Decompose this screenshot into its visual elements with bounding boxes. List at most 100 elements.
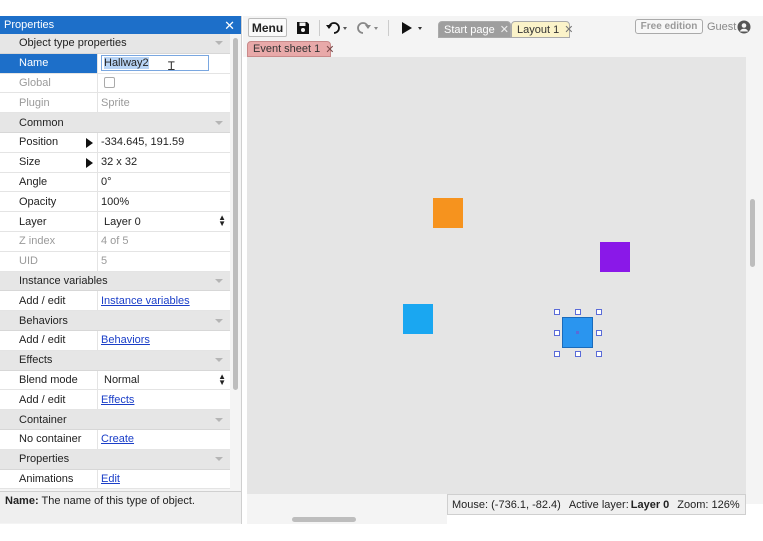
behaviors-link[interactable]: Behaviors bbox=[101, 334, 150, 346]
property-label-uid: UID bbox=[19, 255, 38, 268]
scrollbar-thumb[interactable] bbox=[750, 199, 755, 267]
property-label-global: Global bbox=[19, 76, 51, 89]
property-label-container: No container bbox=[19, 433, 82, 446]
chevron-down-icon[interactable] bbox=[214, 276, 224, 286]
close-tab-icon[interactable]: ✕ bbox=[564, 23, 573, 36]
tab-start-page[interactable]: Start page ✕ bbox=[438, 21, 511, 38]
property-label-behaviors: Add / edit bbox=[19, 334, 66, 347]
section-label: Effects bbox=[19, 354, 53, 367]
sub-tab-bar: Event sheet 1 ✕ bbox=[243, 40, 763, 57]
resize-handle[interactable] bbox=[554, 351, 560, 357]
resize-handle[interactable] bbox=[596, 309, 602, 315]
mouse-coordinates: Mouse: (-736.1, -82.4) bbox=[452, 498, 561, 511]
section-instance-variables[interactable]: Instance variables bbox=[0, 271, 230, 292]
property-row-layer[interactable]: Layer Layer 0 ▲ ▼ bbox=[0, 212, 230, 232]
active-layer: Active layer: Layer 0 bbox=[569, 499, 669, 511]
canvas-horizontal-scrollbar[interactable] bbox=[247, 494, 447, 524]
properties-title: Properties bbox=[4, 19, 55, 31]
property-value-opacity[interactable]: 100% bbox=[97, 192, 230, 212]
property-value-plugin: Sprite bbox=[97, 93, 230, 113]
canvas-vertical-scrollbar[interactable] bbox=[746, 57, 763, 504]
chevron-down-icon[interactable] bbox=[214, 38, 224, 48]
property-row-name[interactable]: Name Hallway2 Ɪ bbox=[0, 53, 230, 74]
edit-animations-link[interactable]: Edit bbox=[101, 473, 120, 485]
resize-handle[interactable] bbox=[575, 309, 581, 315]
chevron-down-icon[interactable] bbox=[214, 316, 224, 326]
property-row-opacity[interactable]: Opacity 100% bbox=[0, 192, 230, 213]
close-tab-icon[interactable]: ✕ bbox=[500, 23, 509, 36]
property-label-opacity: Opacity bbox=[19, 195, 57, 208]
property-grid: Object type properties Name Hallway2 Ɪ G… bbox=[0, 34, 230, 490]
tab-label: Layout 1 bbox=[517, 23, 560, 36]
undo-icon[interactable] bbox=[326, 20, 348, 36]
main-toolbar: Menu Start page ✕ Layout 1 ✕ Free editio… bbox=[243, 16, 763, 40]
expand-arrow-icon[interactable] bbox=[86, 157, 93, 168]
effects-link[interactable]: Effects bbox=[101, 394, 134, 406]
property-label-zindex: Z index bbox=[19, 235, 56, 248]
tab-event-sheet-1[interactable]: Event sheet 1 ✕ bbox=[247, 41, 335, 57]
section-label: Object type properties bbox=[19, 37, 127, 50]
layout-canvas[interactable] bbox=[247, 57, 746, 494]
chevron-down-icon[interactable] bbox=[214, 454, 224, 464]
property-row-global[interactable]: Global bbox=[0, 73, 230, 94]
menu-button[interactable]: Menu bbox=[248, 18, 287, 37]
section-effects[interactable]: Effects bbox=[0, 350, 230, 371]
section-label: Instance variables bbox=[19, 274, 108, 287]
close-icon[interactable]: ✕ bbox=[224, 19, 235, 32]
resize-handle[interactable] bbox=[596, 351, 602, 357]
property-row-zindex: Z index 4 of 5 bbox=[0, 231, 230, 252]
properties-scrollbar[interactable] bbox=[233, 38, 238, 390]
tab-label: Event sheet 1 bbox=[253, 43, 321, 55]
chevron-down-icon[interactable] bbox=[214, 118, 224, 128]
section-label: Properties bbox=[19, 453, 70, 466]
chevron-down-icon[interactable] bbox=[214, 355, 224, 365]
property-hint: Name: The name of this type of object. bbox=[0, 491, 241, 523]
resize-handle[interactable] bbox=[554, 330, 560, 336]
property-row-size[interactable]: Size 32 x 32 bbox=[0, 152, 230, 173]
play-icon[interactable] bbox=[401, 20, 425, 36]
redo-icon[interactable] bbox=[357, 20, 379, 36]
cyan-sprite[interactable] bbox=[403, 304, 433, 334]
tab-layout-1[interactable]: Layout 1 ✕ bbox=[511, 21, 573, 38]
hint-label: Name: bbox=[5, 495, 39, 507]
select-arrows-icon: ▲ ▼ bbox=[218, 371, 226, 387]
chevron-down-icon[interactable] bbox=[214, 415, 224, 425]
instance-variables-link[interactable]: Instance variables bbox=[101, 295, 190, 307]
properties-titlebar: Properties ✕ bbox=[0, 16, 241, 34]
property-value-angle[interactable]: 0° bbox=[97, 172, 230, 192]
orange-sprite[interactable] bbox=[433, 198, 463, 228]
scrollbar-thumb[interactable] bbox=[292, 517, 356, 522]
user-name[interactable]: Guest bbox=[707, 21, 736, 33]
property-row-angle[interactable]: Angle 0° bbox=[0, 172, 230, 193]
property-row-blend-mode[interactable]: Blend mode Normal ▲ ▼ bbox=[0, 370, 230, 391]
property-label-plugin: Plugin bbox=[19, 96, 50, 109]
global-checkbox[interactable] bbox=[104, 77, 115, 89]
property-row-position[interactable]: Position -334.645, 191.59 bbox=[0, 132, 230, 153]
free-edition-badge[interactable]: Free edition bbox=[635, 19, 703, 34]
section-object-type[interactable]: Object type properties bbox=[0, 34, 230, 54]
name-field[interactable]: Hallway2 bbox=[101, 55, 209, 72]
user-avatar-icon[interactable] bbox=[737, 20, 751, 37]
resize-handle[interactable] bbox=[596, 330, 602, 336]
property-label-angle: Angle bbox=[19, 175, 48, 188]
zoom-level: Zoom: 126% bbox=[677, 498, 740, 511]
close-tab-icon[interactable]: ✕ bbox=[325, 43, 334, 56]
create-container-link[interactable]: Create bbox=[101, 433, 134, 445]
resize-handle[interactable] bbox=[554, 309, 560, 315]
section-properties[interactable]: Properties bbox=[0, 449, 230, 470]
expand-arrow-icon[interactable] bbox=[86, 137, 93, 148]
blend-mode-select[interactable]: Normal ▲ ▼ bbox=[97, 370, 230, 390]
property-row-instance-variables: Add / edit Instance variables bbox=[0, 291, 230, 312]
section-behaviors[interactable]: Behaviors bbox=[0, 311, 230, 331]
properties-panel: Properties ✕ Object type properties Name… bbox=[0, 16, 242, 524]
save-icon[interactable] bbox=[296, 20, 310, 36]
property-row-uid: UID 5 bbox=[0, 251, 230, 272]
property-label-instance-variables: Add / edit bbox=[19, 294, 66, 307]
select-arrows-icon: ▲ ▼ bbox=[218, 213, 226, 229]
layer-select[interactable]: Layer 0 ▲ ▼ bbox=[97, 212, 230, 231]
resize-handle[interactable] bbox=[575, 351, 581, 357]
purple-sprite[interactable] bbox=[600, 242, 630, 272]
section-common[interactable]: Common bbox=[0, 113, 230, 133]
property-row-effects: Add / edit Effects bbox=[0, 390, 230, 411]
section-container[interactable]: Container bbox=[0, 410, 230, 430]
